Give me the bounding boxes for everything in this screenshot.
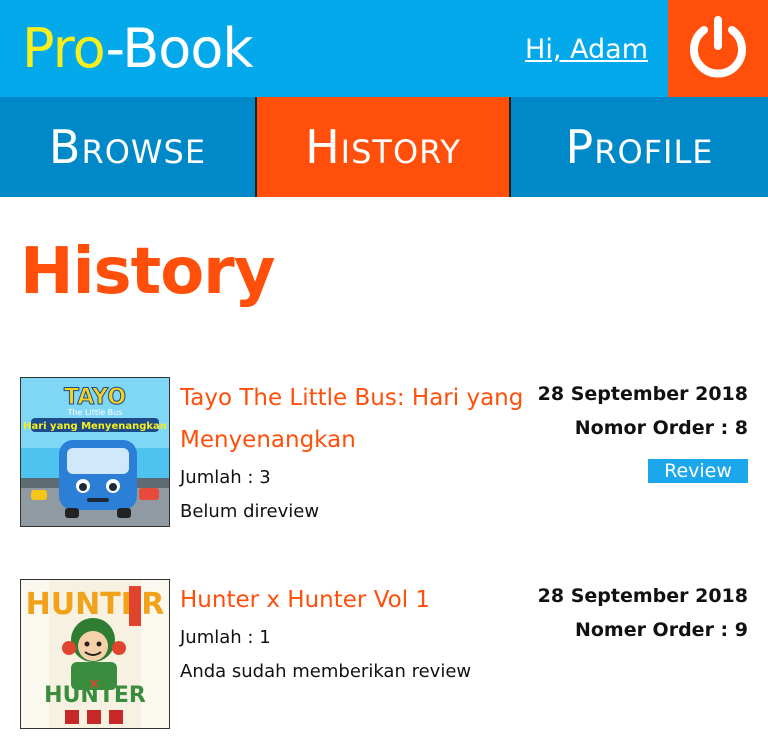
book-title-link[interactable]: Tayo The Little Bus: Hari yang Menyenang… [180,377,560,461]
order-number: Nomor Order : 8 [574,417,748,439]
svg-text:×: × [88,676,100,692]
main-nav: Browse History Profile [0,97,768,197]
user-greeting-link[interactable]: Hi, Adam [525,34,648,65]
svg-text:The Little Bus: The Little Bus [67,408,123,417]
order-quantity: Jumlah : 3 [180,467,271,488]
book-cover-image: TAYO The Little Bus Hari yang Menyenangk… [20,377,170,527]
tab-history[interactable]: History [255,97,511,197]
svg-text:Hari yang Menyenangkan: Hari yang Menyenangkan [23,421,167,432]
order-quantity: Jumlah : 1 [180,627,271,648]
order-date: 28 September 2018 [537,383,748,405]
logout-button[interactable] [668,0,768,97]
review-status: Anda sudah memberikan review [180,661,472,682]
book-title-link[interactable]: Hunter x Hunter Vol 1 [180,579,560,621]
logo-part-pro: Pro [22,17,107,80]
order-info: Tayo The Little Bus: Hari yang Menyenang… [180,377,560,529]
review-status: Belum direview [180,501,320,522]
order-item: HUNTER HUNTER × Hunter x Hunter Vol 1 Ju… [20,579,748,731]
order-details: 28 September 2018 Nomer Order : 9 [538,579,748,647]
tab-browse[interactable]: Browse [0,97,255,197]
order-date: 28 September 2018 [537,585,748,607]
power-icon [690,16,746,78]
book-cover-image: HUNTER HUNTER × [20,579,170,729]
order-info: Hunter x Hunter Vol 1 Jumlah : 1 Anda su… [180,579,560,689]
app-logo[interactable]: Pro-Book [22,14,254,84]
order-number: Nomer Order : 9 [574,619,748,641]
logo-part-book: -Book [105,17,254,80]
order-details: 28 September 2018 Nomor Order : 8 Review [538,377,748,483]
tab-profile[interactable]: Profile [511,97,768,197]
review-button[interactable]: Review [648,459,748,483]
order-item: TAYO The Little Bus Hari yang Menyenangk… [20,377,748,529]
svg-text:TAYO: TAYO [64,385,126,410]
header-bar: Pro-Book Hi, Adam [0,0,768,97]
page-title: History [20,235,275,309]
svg-text:HUNTER: HUNTER [26,587,165,622]
